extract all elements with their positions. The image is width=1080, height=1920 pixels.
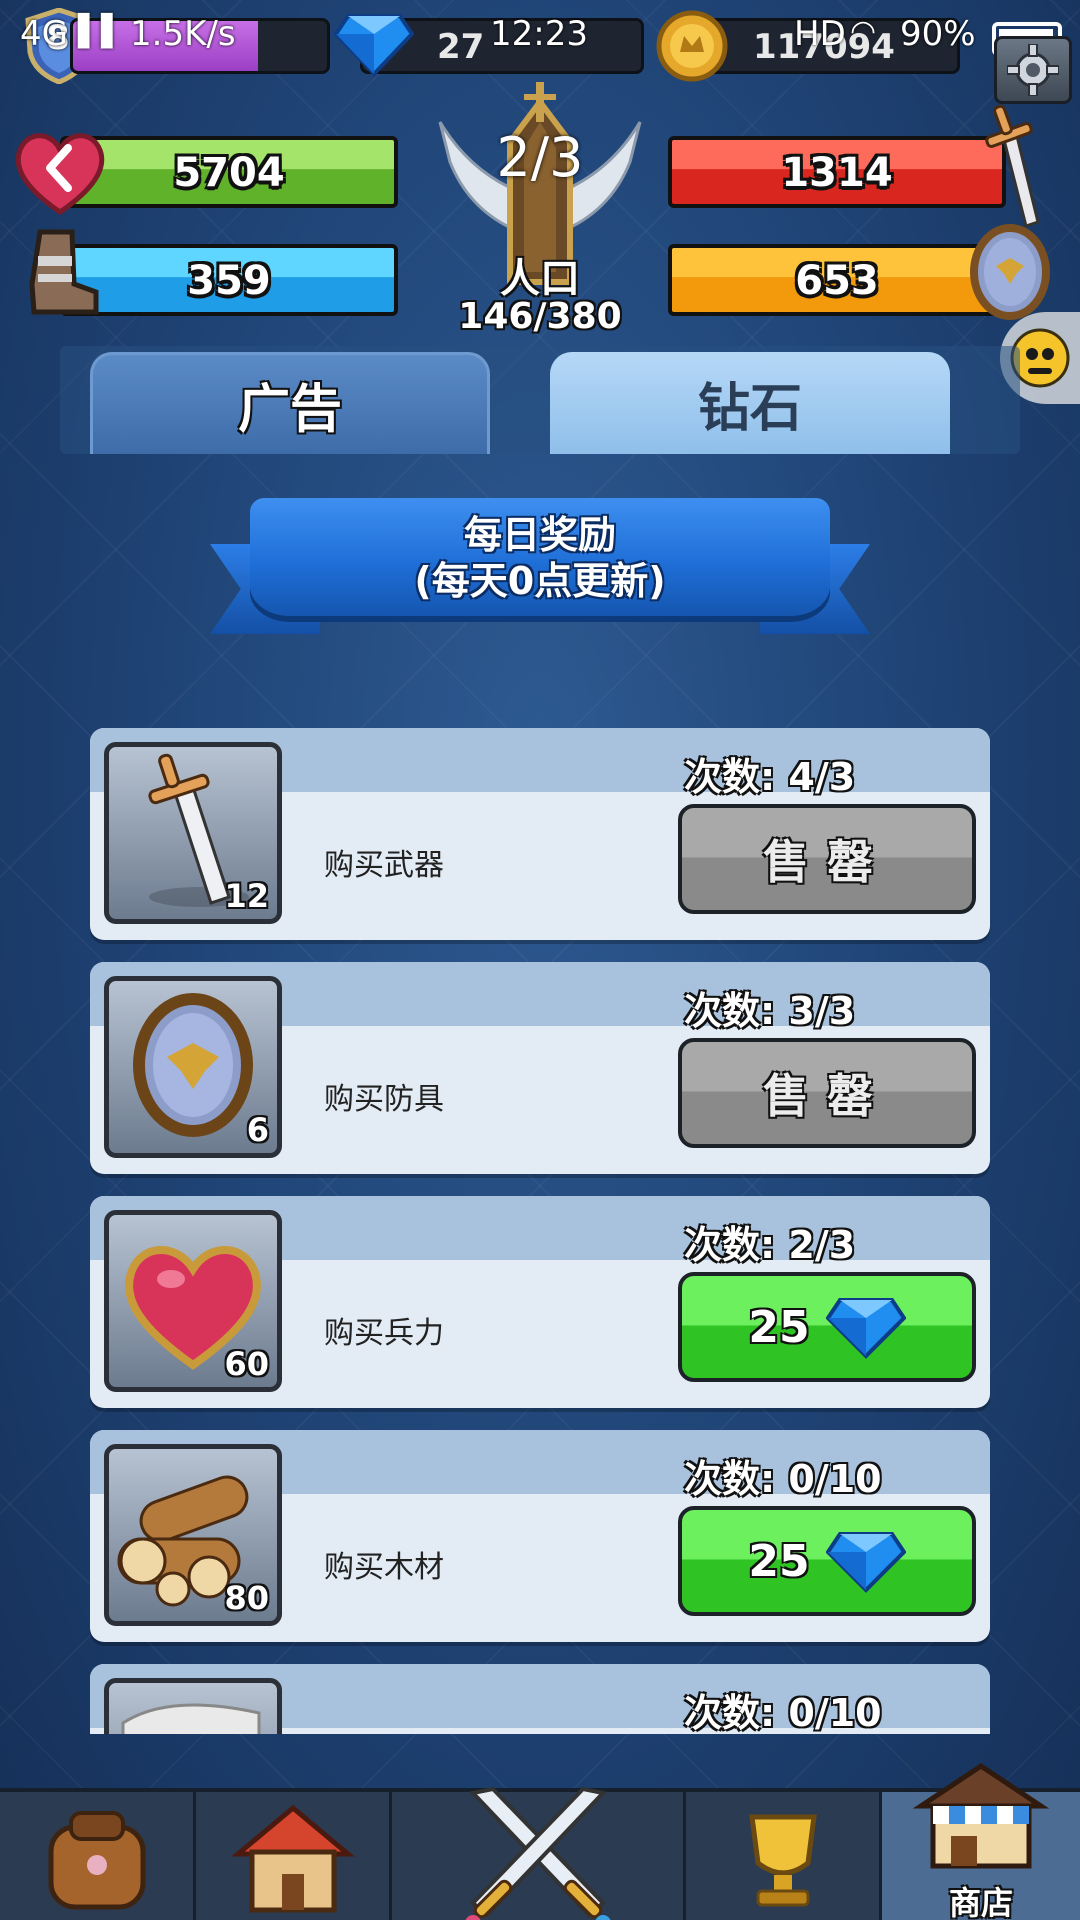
battery-percent: 90%	[900, 14, 976, 54]
status-bar: 8 4G ▌▌ 1.5K/s 27 12:23 117094 HD ◠ 90%	[0, 0, 1080, 85]
hd-indicator: HD	[794, 14, 846, 54]
purchase-count: 次数: 2/3	[684, 1223, 856, 1267]
shop-item-armor: 6 购买防具 次数: 3/3 售罄	[90, 962, 990, 1174]
item-thumbnail: 12	[104, 742, 282, 924]
sold-out-button[interactable]: 售罄	[678, 1038, 976, 1148]
gem-icon	[333, 8, 415, 82]
purchase-count: 次数: 4/3	[684, 755, 856, 799]
purchase-count: 次数: 3/3	[684, 989, 856, 1033]
gold-coin-icon	[654, 8, 730, 88]
item-quantity: 12	[224, 877, 269, 915]
clock: 12:23	[490, 14, 588, 54]
tab-ads[interactable]: 广告	[90, 352, 490, 454]
shop-item-partial: 次数: 0/10	[90, 1664, 990, 1734]
tab-diamond[interactable]: 钻石	[550, 352, 950, 454]
item-name: 购买兵力	[324, 1316, 444, 1351]
crossed-swords-icon	[465, 1786, 610, 1920]
item-quantity: 60	[224, 1345, 269, 1383]
shop-icon	[912, 1762, 1050, 1869]
nav-buildings[interactable]	[196, 1792, 392, 1920]
network-speed: 1.5K/s	[130, 14, 236, 54]
item-name: 购买木材	[324, 1550, 444, 1585]
sold-out-button[interactable]: 售罄	[678, 804, 976, 914]
gear-icon	[1007, 44, 1059, 96]
banner-subtitle: (每天0点更新)	[414, 559, 666, 603]
back-heart-button[interactable]	[12, 126, 108, 216]
wifi-icon: ◠	[850, 14, 877, 49]
backpack-icon	[48, 1811, 145, 1910]
signal-icon: ▌▌	[78, 14, 125, 49]
network-indicator: 4G	[20, 14, 68, 54]
attack-bar: 1314	[668, 136, 1006, 208]
item-quantity: 6	[246, 1111, 269, 1149]
gem-icon	[825, 1298, 906, 1359]
buy-wood-button[interactable]: 25	[678, 1506, 976, 1616]
item-thumbnail	[104, 1678, 282, 1734]
house-icon	[230, 1804, 355, 1913]
sword-stat-icon	[972, 102, 1052, 232]
bottom-nav: 商店	[0, 1762, 1080, 1920]
item-thumbnail: 60	[104, 1210, 282, 1392]
defense-bar: 653	[668, 244, 1006, 316]
purchase-count: 次数: 0/10	[684, 1457, 882, 1501]
armor-bar: 359	[60, 244, 398, 316]
shop-item-troops: 60 购买兵力 次数: 2/3 25	[90, 1196, 990, 1408]
nav-rankings[interactable]	[686, 1792, 882, 1920]
buy-troops-button[interactable]: 25	[678, 1272, 976, 1382]
troops-bar: 5704	[60, 136, 398, 208]
shield-stat-icon	[968, 222, 1052, 322]
daily-reward-banner: 每日奖励 (每天0点更新)	[210, 490, 870, 660]
nav-shop[interactable]: 商店	[882, 1762, 1080, 1920]
purchase-count: 次数: 0/10	[684, 1691, 882, 1734]
cloth-icon	[121, 1703, 261, 1734]
nav-battle[interactable]	[392, 1786, 686, 1920]
boot-icon	[16, 226, 102, 322]
shop-list[interactable]: 12 购买武器 次数: 4/3 售罄 6 购买防具 次数: 3/3 售罄 60 …	[0, 720, 1080, 1734]
item-quantity: 80	[224, 1579, 269, 1617]
shop-item-weapon: 12 购买武器 次数: 4/3 售罄	[90, 728, 990, 940]
item-name: 购买武器	[324, 848, 444, 883]
trophy-icon	[748, 1814, 817, 1907]
nav-inventory[interactable]	[0, 1792, 196, 1920]
nav-shop-label: 商店	[948, 1884, 1013, 1920]
item-name: 购买防具	[324, 1082, 444, 1117]
population-value: 146/380	[458, 296, 622, 337]
settings-gear-button[interactable]	[994, 36, 1072, 104]
item-thumbnail: 6	[104, 976, 282, 1158]
item-thumbnail: 80	[104, 1444, 282, 1626]
stage-progress: 2/3	[496, 126, 584, 189]
shop-item-wood: 80 购买木材 次数: 0/10 25	[90, 1430, 990, 1642]
gem-icon	[825, 1532, 906, 1593]
